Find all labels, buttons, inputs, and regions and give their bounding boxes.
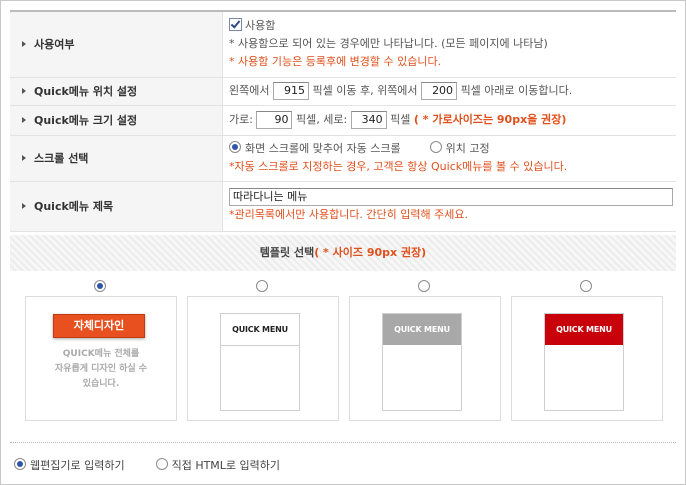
- left-offset-input[interactable]: 915: [272, 82, 309, 100]
- self-design-description: QUICK메뉴 전체를 자유롭게 디자인 하실 수 있습니다.: [54, 349, 148, 389]
- row-title: Quick메뉴 제목 따라다니는 메뉴 *관리목록에서만 사용합니다. 간단히 …: [10, 181, 676, 232]
- template-section-header: 템플릿 선택( * 사이즈 90px 권장): [10, 235, 676, 271]
- quick-menu-header: QUICK MENU: [383, 314, 461, 345]
- row-label: Quick메뉴 위치 설정: [10, 77, 223, 106]
- quick-menu-preview: QUICK MENU: [220, 313, 300, 411]
- row-value: 화면 스크롤에 맞추어 자동 스크롤 위치 고정 *자동 스크롤로 지정하는 경…: [222, 135, 676, 182]
- quick-menu-header: QUICK MENU: [221, 314, 299, 346]
- row-scroll: 스크롤 선택 화면 스크롤에 맞추어 자동 스크롤 위치 고정 *자동 스크롤로…: [10, 135, 676, 182]
- row-size: Quick메뉴 크기 설정 가로: 90 픽셀, 세로: 340 픽셀 ( * …: [10, 105, 676, 136]
- template-heading-note: ( * 사이즈 90px 권장): [314, 246, 427, 259]
- row-value: 왼쪽에서 915 픽셀 이동 후, 위쪽에서 200 픽셀 아래로 이동합니다.: [222, 77, 676, 106]
- template-radio-self-design[interactable]: [94, 280, 106, 292]
- web-editor-label[interactable]: 웹편집기로 입력하기: [30, 459, 125, 472]
- row-label: Quick메뉴 제목: [10, 181, 223, 232]
- row-position: Quick메뉴 위치 설정 왼쪽에서 915 픽셀 이동 후, 위쪽에서 200…: [10, 77, 676, 106]
- direct-html-label[interactable]: 직접 HTML로 입력하기: [172, 459, 280, 472]
- auto-scroll-radio[interactable]: [229, 141, 241, 153]
- use-checkbox-label[interactable]: 사용함: [245, 19, 275, 32]
- menu-title-input[interactable]: 따라다니는 메뉴: [229, 188, 673, 206]
- self-design-button[interactable]: 자체디자인: [53, 314, 145, 338]
- use-checkbox[interactable]: [229, 18, 242, 32]
- divider: [10, 442, 676, 443]
- height-input[interactable]: 340: [350, 111, 387, 129]
- template-card-white[interactable]: QUICK MENU: [187, 296, 339, 421]
- template-radio-red[interactable]: [580, 280, 592, 292]
- direct-html-radio[interactable]: [155, 458, 168, 470]
- quick-menu-header: QUICK MENU: [545, 314, 623, 345]
- template-card-red[interactable]: QUICK MENU: [511, 296, 663, 421]
- bullet-arrow-icon: [22, 117, 28, 124]
- scroll-note: *자동 스크롤로 지정하는 경우, 고객은 항상 Quick메뉴를 볼 수 있습…: [229, 160, 568, 173]
- row-label: 사용여부: [10, 11, 223, 78]
- row-value: 사용함 * 사용함으로 되어 있는 경우에만 나타납니다. (모든 페이지에 나…: [222, 11, 676, 78]
- width-input[interactable]: 90: [256, 111, 293, 129]
- bullet-arrow-icon: [22, 88, 28, 95]
- bullet-arrow-icon: [22, 41, 28, 48]
- row-label: Quick메뉴 크기 설정: [10, 105, 223, 136]
- auto-scroll-label[interactable]: 화면 스크롤에 맞추어 자동 스크롤: [245, 142, 401, 155]
- input-mode-selector: 웹편집기로 입력하기 직접 HTML로 입력하기: [14, 457, 280, 473]
- settings-table: 사용여부 사용함 * 사용함으로 되어 있는 경우에만 나타납니다. (모든 페…: [10, 10, 676, 232]
- bullet-arrow-icon: [22, 203, 28, 210]
- use-warning: * 사용함 기능은 등록후에 변경할 수 있습니다.: [229, 55, 442, 69]
- template-heading: 템플릿 선택: [259, 246, 315, 259]
- web-editor-radio[interactable]: [14, 458, 26, 470]
- title-note: *관리목록에서만 사용합니다. 간단히 입력해 주세요.: [229, 208, 468, 221]
- row-use: 사용여부 사용함 * 사용함으로 되어 있는 경우에만 나타납니다. (모든 페…: [10, 11, 676, 78]
- row-label: 스크롤 선택: [10, 135, 223, 182]
- template-card-gray[interactable]: QUICK MENU: [349, 296, 501, 421]
- use-note: * 사용함으로 되어 있는 경우에만 나타납니다. (모든 페이지에 나타남): [229, 37, 548, 51]
- fixed-position-label[interactable]: 위치 고정: [446, 142, 490, 155]
- quick-menu-preview: QUICK MENU: [544, 313, 624, 411]
- quick-menu-preview: QUICK MENU: [382, 313, 462, 411]
- template-radio-gray[interactable]: [418, 280, 430, 292]
- row-value: 가로: 90 픽셀, 세로: 340 픽셀 ( * 가로사이즈는 90px을 권…: [222, 105, 676, 136]
- row-value: 따라다니는 메뉴 *관리목록에서만 사용합니다. 간단히 입력해 주세요.: [222, 181, 676, 232]
- template-options: 자체디자인 QUICK메뉴 전체를 자유롭게 디자인 하실 수 있습니다. QU…: [10, 271, 676, 429]
- bullet-arrow-icon: [22, 155, 28, 162]
- fixed-position-radio[interactable]: [429, 141, 442, 153]
- template-card-self-design[interactable]: 자체디자인 QUICK메뉴 전체를 자유롭게 디자인 하실 수 있습니다.: [25, 296, 177, 421]
- template-radio-white[interactable]: [256, 280, 268, 292]
- top-offset-input[interactable]: 200: [421, 82, 458, 100]
- size-recommend-note: ( * 가로사이즈는 90px을 권장): [413, 113, 567, 126]
